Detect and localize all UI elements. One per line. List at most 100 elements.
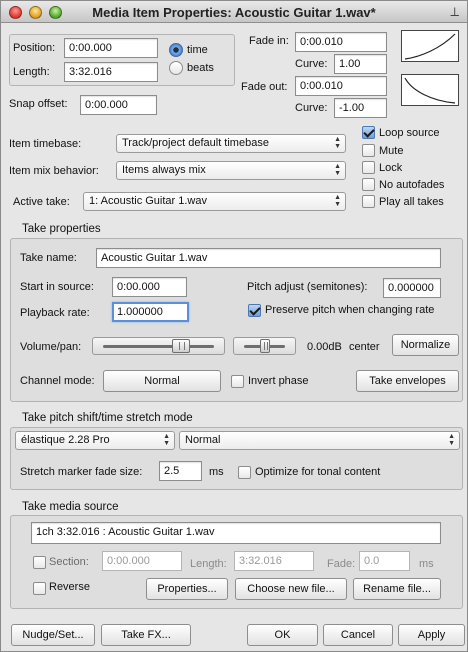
item-mix-value: Items always mix [122, 164, 206, 176]
stretch-mode-select[interactable]: Normal ▲ ▼ [179, 431, 460, 450]
active-take-value: 1: Acoustic Guitar 1.wav [89, 195, 207, 207]
fade-out-curve-icon [404, 77, 456, 104]
optimize-tonal-checkbox[interactable] [238, 466, 251, 479]
apply-button[interactable]: Apply [398, 624, 465, 646]
take-properties-title: Take properties [22, 223, 101, 235]
select-arrows-icon: ▲ ▼ [163, 433, 170, 447]
stretch-algorithm-select[interactable]: élastique 2.28 Pro ▲ ▼ [15, 431, 175, 450]
active-take-select[interactable]: 1: Acoustic Guitar 1.wav ▲ ▼ [83, 192, 346, 211]
title-bar[interactable]: Media Item Properties: Acoustic Guitar 1… [1, 1, 467, 23]
fade-out-shape-button[interactable] [401, 74, 459, 106]
item-mix-select[interactable]: Items always mix ▲ ▼ [116, 161, 346, 180]
fade-in-label: Fade in: [249, 35, 289, 47]
reverse-label: Reverse [49, 581, 90, 593]
marker-fade-label: Stretch marker fade size: [20, 466, 143, 478]
playback-rate-field[interactable]: 1.000000 [112, 302, 189, 322]
media-source-field[interactable]: 1ch 3:32.016 : Acoustic Guitar 1.wav [31, 522, 441, 544]
volume-slider-thumb[interactable] [172, 339, 190, 353]
select-arrows-icon: ▲ ▼ [334, 136, 341, 150]
volume-readout: 0.00dB [307, 341, 342, 353]
volume-slider[interactable] [92, 337, 225, 355]
item-timebase-label: Item timebase: [9, 138, 82, 150]
fade-out-curve-field[interactable]: -1.00 [334, 98, 387, 118]
lock-checkbox[interactable] [362, 161, 375, 174]
normalize-button[interactable]: Normalize [392, 334, 459, 356]
nudge-set-button[interactable]: Nudge/Set... [11, 624, 95, 646]
loop-source-label: Loop source [379, 127, 440, 139]
active-take-label: Active take: [13, 196, 70, 208]
fade-in-curve-field[interactable]: 1.00 [334, 54, 387, 74]
start-in-source-field[interactable]: 0:00.000 [112, 277, 187, 297]
beats-radio-label: beats [187, 62, 214, 74]
pitch-adjust-field[interactable]: 0.000000 [383, 278, 441, 298]
fade-in-field[interactable]: 0:00.010 [295, 32, 387, 52]
section-label: Section: [49, 556, 89, 568]
section-fade-label: Fade: [327, 558, 356, 570]
preserve-pitch-label: Preserve pitch when changing rate [265, 304, 435, 316]
snap-offset-field[interactable]: 0:00.000 [80, 95, 157, 115]
no-autofades-checkbox[interactable] [362, 178, 375, 191]
mute-checkbox[interactable] [362, 144, 375, 157]
item-timebase-select[interactable]: Track/project default timebase ▲ ▼ [116, 134, 346, 153]
snap-offset-label: Snap offset: [9, 98, 68, 110]
position-label: Position: [13, 42, 56, 54]
pin-icon[interactable]: ⟂ [450, 4, 459, 20]
mute-label: Mute [379, 145, 404, 157]
pan-slider-thumb[interactable] [260, 339, 270, 353]
loop-source-checkbox[interactable] [362, 126, 375, 139]
fade-in-curve-label: Curve: [295, 58, 328, 70]
invert-phase-checkbox[interactable] [231, 375, 244, 388]
beats-radio[interactable] [169, 61, 183, 75]
take-envelopes-button[interactable]: Take envelopes [356, 370, 459, 392]
invert-phase-label: Invert phase [248, 375, 309, 387]
preserve-pitch-checkbox[interactable] [248, 304, 261, 317]
stretch-algorithm-value: élastique 2.28 Pro [21, 434, 110, 446]
stretch-mode-value: Normal [185, 434, 221, 446]
section-fade-unit: ms [419, 558, 434, 570]
time-radio[interactable] [169, 43, 183, 57]
select-arrows-icon: ▲ ▼ [448, 433, 455, 447]
optimize-tonal-label: Optimize for tonal content [255, 466, 381, 478]
pitch-shift-title: Take pitch shift/time stretch mode [22, 412, 193, 424]
volume-pan-label: Volume/pan: [20, 341, 82, 353]
marker-fade-unit: ms [209, 466, 224, 478]
fade-out-label: Fade out: [241, 81, 288, 93]
no-autofades-label: No autofades [379, 179, 445, 191]
length-label: Length: [13, 66, 50, 78]
play-all-takes-checkbox[interactable] [362, 195, 375, 208]
select-arrows-icon: ▲ ▼ [334, 194, 341, 208]
section-length-label: Length: [190, 558, 227, 570]
fade-out-field[interactable]: 0:00.010 [295, 76, 387, 96]
pan-slider[interactable] [233, 337, 296, 355]
start-in-source-label: Start in source: [20, 281, 94, 293]
item-timebase-value: Track/project default timebase [122, 137, 269, 149]
marker-fade-field[interactable]: 2.5 [159, 461, 202, 481]
length-field[interactable]: 3:32.016 [64, 62, 158, 82]
take-name-field[interactable]: Acoustic Guitar 1.wav [96, 248, 441, 268]
source-properties-button[interactable]: Properties... [146, 578, 228, 600]
position-field[interactable]: 0:00.000 [64, 38, 158, 58]
playback-rate-label: Playback rate: [20, 307, 90, 319]
select-arrows-icon: ▲ ▼ [334, 163, 341, 177]
fade-in-shape-button[interactable] [401, 30, 459, 62]
window-title: Media Item Properties: Acoustic Guitar 1… [92, 5, 376, 20]
take-fx-button[interactable]: Take FX... [101, 624, 191, 646]
pan-readout: center [349, 341, 380, 353]
reverse-checkbox[interactable] [33, 582, 46, 595]
fade-out-curve-label: Curve: [295, 102, 328, 114]
time-radio-label: time [187, 44, 208, 56]
section-start-field[interactable]: 0:00.000 [102, 551, 182, 571]
take-name-label: Take name: [20, 252, 77, 264]
channel-mode-button[interactable]: Normal [103, 370, 221, 392]
cancel-button[interactable]: Cancel [323, 624, 393, 646]
choose-new-file-button[interactable]: Choose new file... [235, 578, 347, 600]
rename-file-button[interactable]: Rename file... [353, 578, 441, 600]
section-fade-field[interactable]: 0.0 [359, 551, 410, 571]
section-length-field[interactable]: 3:32.016 [234, 551, 314, 571]
ok-button[interactable]: OK [247, 624, 318, 646]
item-mix-label: Item mix behavior: [9, 165, 99, 177]
pitch-adjust-label: Pitch adjust (semitones): [247, 281, 368, 293]
media-source-title: Take media source [22, 501, 119, 513]
section-checkbox[interactable] [33, 556, 46, 569]
play-all-takes-label: Play all takes [379, 196, 444, 208]
